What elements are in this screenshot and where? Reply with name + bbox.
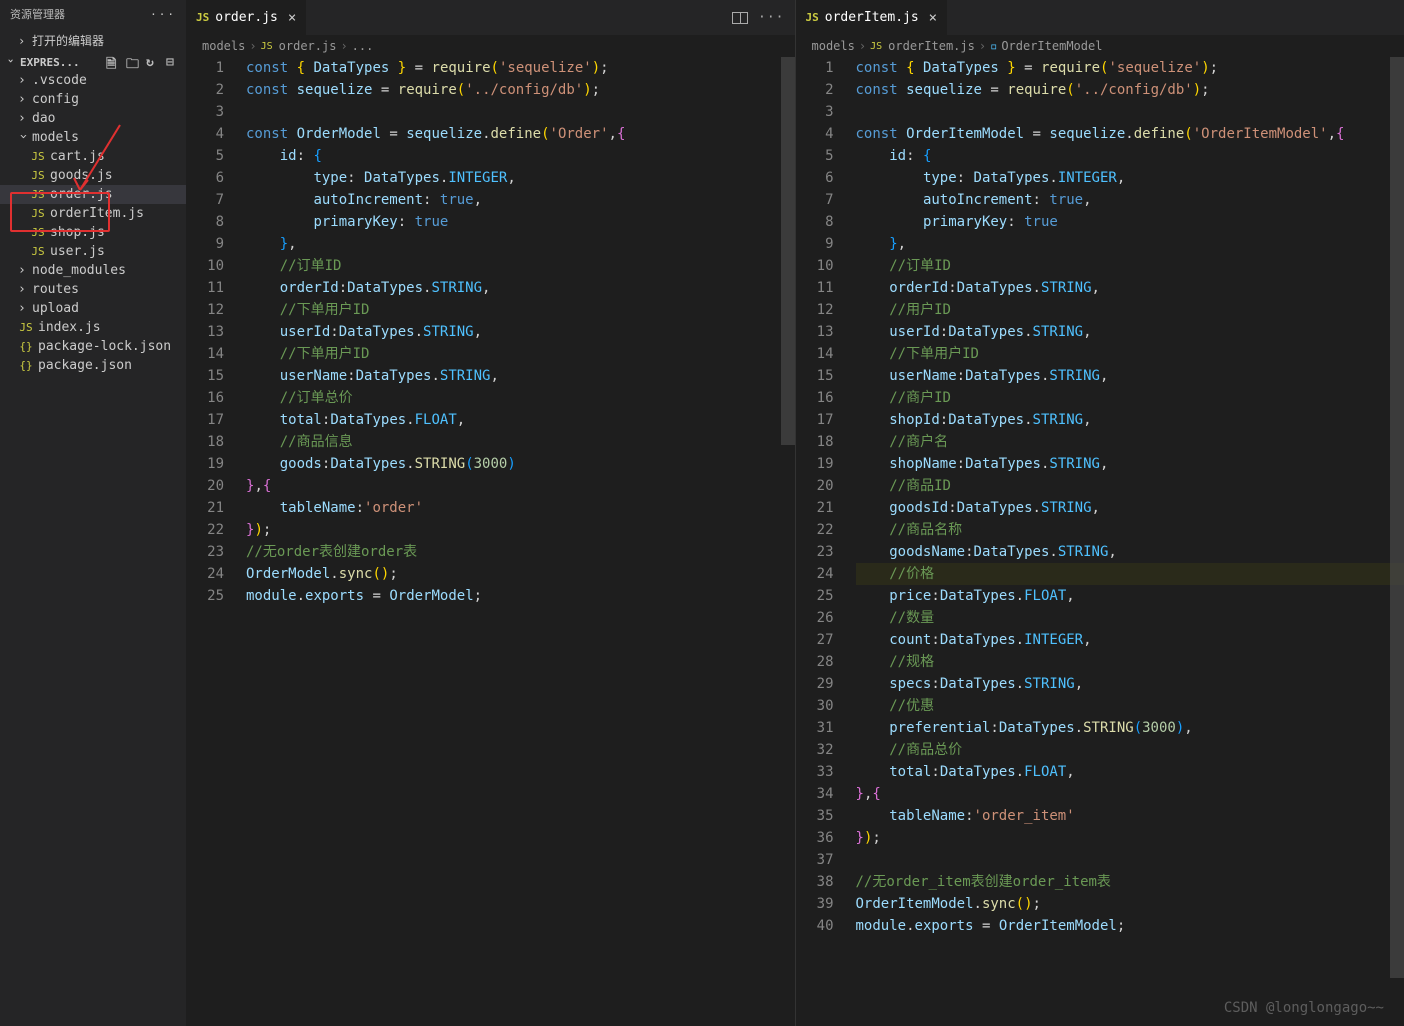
gutter: 1234567891011121314151617181920212223242… bbox=[186, 57, 242, 1026]
project-section[interactable]: EXPRES... 🗎 🗀 ↻ ⊟ bbox=[0, 53, 186, 71]
close-icon[interactable]: × bbox=[929, 10, 937, 26]
watermark: CSDN @longlongago~~ bbox=[1224, 1000, 1384, 1016]
editor-pane-left: JS order.js × ··· models› JSorder.js› ..… bbox=[186, 0, 796, 1026]
chevron-icon bbox=[18, 111, 32, 126]
file-item[interactable]: {}package-lock.json bbox=[0, 337, 186, 356]
sidebar: 资源管理器 ··· 打开的编辑器 EXPRES... 🗎 🗀 ↻ ⊟ .vsco… bbox=[0, 0, 186, 1026]
chevron-icon bbox=[18, 92, 32, 107]
json-icon: {} bbox=[18, 359, 34, 372]
scrollbar[interactable] bbox=[781, 57, 795, 1026]
chevron-down-icon bbox=[6, 56, 20, 69]
file-item[interactable]: JSuser.js bbox=[0, 242, 186, 261]
collapse-icon[interactable]: ⊟ bbox=[166, 55, 180, 69]
symbol-icon: ▫ bbox=[990, 39, 997, 53]
js-icon: JS bbox=[30, 150, 46, 163]
file-tree: .vscodeconfigdaomodelsJScart.jsJSgoods.j… bbox=[0, 71, 186, 1026]
chevron-icon bbox=[18, 282, 32, 297]
file-item[interactable]: JSorder.js bbox=[0, 185, 186, 204]
scrollbar[interactable] bbox=[1390, 57, 1404, 1026]
js-icon: JS bbox=[30, 207, 46, 220]
folder-item[interactable]: models bbox=[0, 128, 186, 147]
js-icon: JS bbox=[196, 11, 209, 24]
js-icon: JS bbox=[30, 226, 46, 239]
folder-item[interactable]: .vscode bbox=[0, 71, 186, 90]
tabbar-left: JS order.js × ··· bbox=[186, 0, 795, 35]
chevron-icon bbox=[18, 73, 32, 88]
explorer-title: 资源管理器 bbox=[10, 6, 65, 22]
code-area-right[interactable]: 1234567891011121314151617181920212223242… bbox=[796, 57, 1404, 1026]
js-icon: JS bbox=[261, 41, 273, 52]
folder-item[interactable]: routes bbox=[0, 280, 186, 299]
more-icon[interactable]: ··· bbox=[758, 10, 784, 25]
tabbar-right: JS orderItem.js × bbox=[796, 0, 1404, 35]
json-icon: {} bbox=[18, 340, 34, 353]
gutter: 1234567891011121314151617181920212223242… bbox=[796, 57, 852, 1026]
code[interactable]: const { DataTypes } = require('sequelize… bbox=[242, 57, 795, 1026]
file-item[interactable]: JSgoods.js bbox=[0, 166, 186, 185]
code-area-left[interactable]: 1234567891011121314151617181920212223242… bbox=[186, 57, 795, 1026]
chevron-icon bbox=[18, 130, 32, 145]
close-icon[interactable]: × bbox=[288, 10, 296, 26]
tab-orderitem-js[interactable]: JS orderItem.js × bbox=[796, 0, 948, 35]
breadcrumb-right[interactable]: models› JSorderItem.js› ▫OrderItemModel bbox=[796, 35, 1404, 57]
file-item[interactable]: JSindex.js bbox=[0, 318, 186, 337]
more-icon[interactable]: ··· bbox=[150, 8, 176, 21]
file-item[interactable]: {}package.json bbox=[0, 356, 186, 375]
tab-order-js[interactable]: JS order.js × bbox=[186, 0, 306, 35]
folder-item[interactable]: node_modules bbox=[0, 261, 186, 280]
js-icon: JS bbox=[18, 321, 34, 334]
breadcrumb-left[interactable]: models› JSorder.js› ... bbox=[186, 35, 795, 57]
folder-item[interactable]: dao bbox=[0, 109, 186, 128]
js-icon: JS bbox=[30, 245, 46, 258]
js-icon: JS bbox=[870, 41, 882, 52]
js-icon: JS bbox=[30, 188, 46, 201]
open-editors-section[interactable]: 打开的编辑器 bbox=[0, 28, 186, 53]
split-icon[interactable] bbox=[732, 12, 748, 24]
editor-pane-right: JS orderItem.js × models› JSorderItem.js… bbox=[796, 0, 1404, 1026]
file-item[interactable]: JScart.js bbox=[0, 147, 186, 166]
chevron-icon bbox=[18, 301, 32, 316]
editors: JS order.js × ··· models› JSorder.js› ..… bbox=[186, 0, 1404, 1026]
file-item[interactable]: JSshop.js bbox=[0, 223, 186, 242]
new-folder-icon[interactable]: 🗀 bbox=[126, 55, 140, 69]
new-file-icon[interactable]: 🗎 bbox=[106, 55, 120, 69]
explorer-header: 资源管理器 ··· bbox=[0, 0, 186, 28]
js-icon: JS bbox=[30, 169, 46, 182]
folder-item[interactable]: upload bbox=[0, 299, 186, 318]
refresh-icon[interactable]: ↻ bbox=[146, 55, 160, 69]
file-item[interactable]: JSorderItem.js bbox=[0, 204, 186, 223]
chevron-icon bbox=[18, 263, 32, 278]
code[interactable]: const { DataTypes } = require('sequelize… bbox=[852, 57, 1404, 1026]
js-icon: JS bbox=[806, 11, 819, 24]
folder-item[interactable]: config bbox=[0, 90, 186, 109]
